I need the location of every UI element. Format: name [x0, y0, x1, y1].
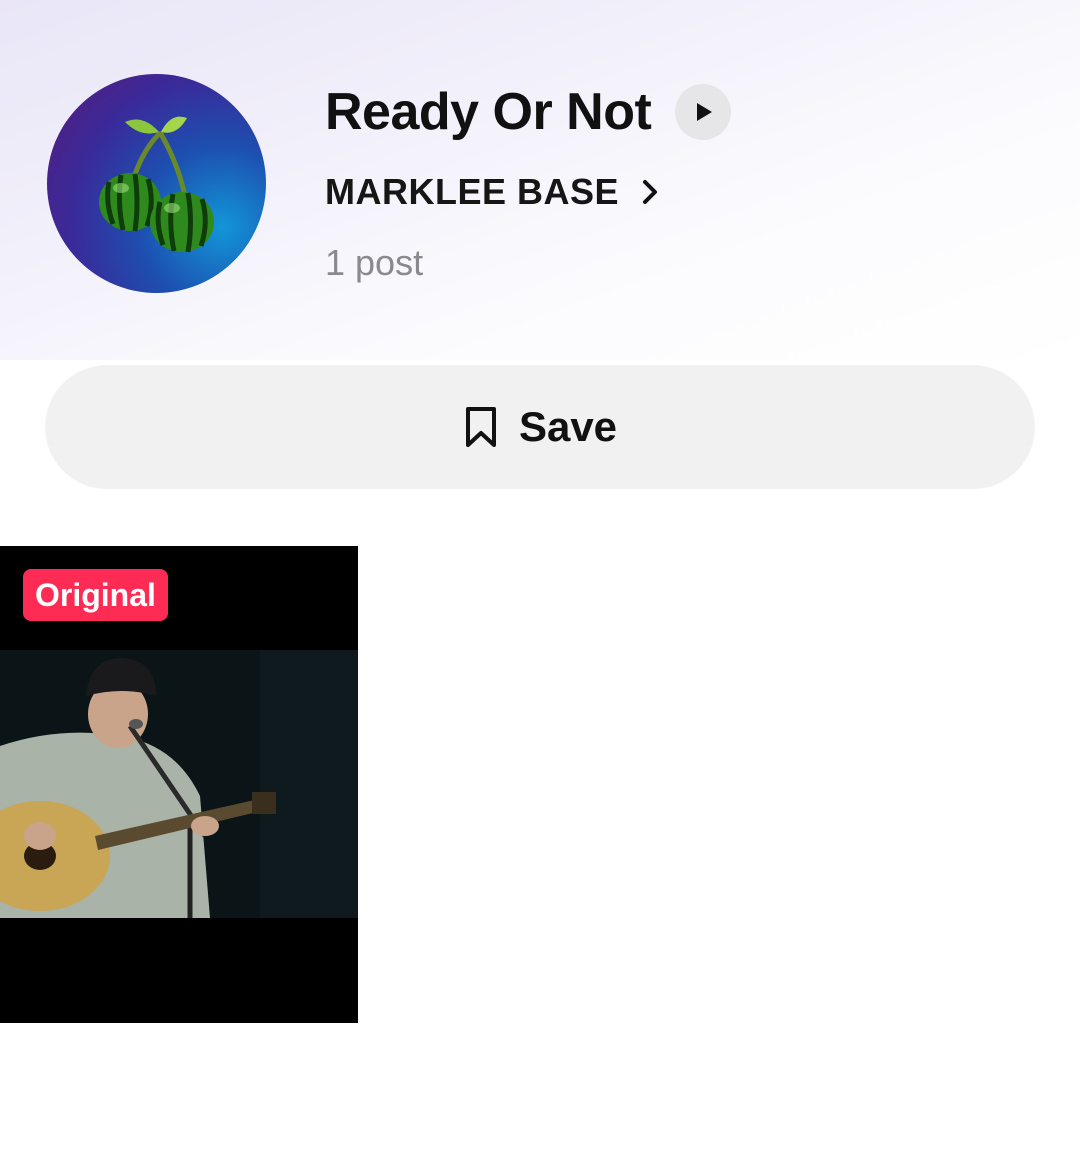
- sound-page: Ready Or Not MARKLEE BASE 1 post Save Or…: [0, 0, 1080, 1172]
- post-count: 1 post: [325, 242, 424, 283]
- save-button[interactable]: Save: [45, 365, 1035, 489]
- bookmark-icon: [465, 407, 496, 447]
- play-button[interactable]: [675, 84, 732, 140]
- save-button-label: Save: [518, 403, 618, 450]
- sound-title: Ready Or Not: [325, 83, 652, 141]
- title-row: Ready Or Not: [325, 80, 732, 144]
- watermelon-cherry-image: [99, 116, 214, 253]
- play-icon: [697, 103, 713, 121]
- chevron-right-icon: [641, 178, 659, 206]
- artist-link[interactable]: MARKLEE BASE: [325, 168, 659, 216]
- artist-name: MARKLEE BASE: [325, 171, 620, 212]
- original-badge: Original: [23, 569, 168, 621]
- sound-cover-avatar[interactable]: [47, 74, 266, 293]
